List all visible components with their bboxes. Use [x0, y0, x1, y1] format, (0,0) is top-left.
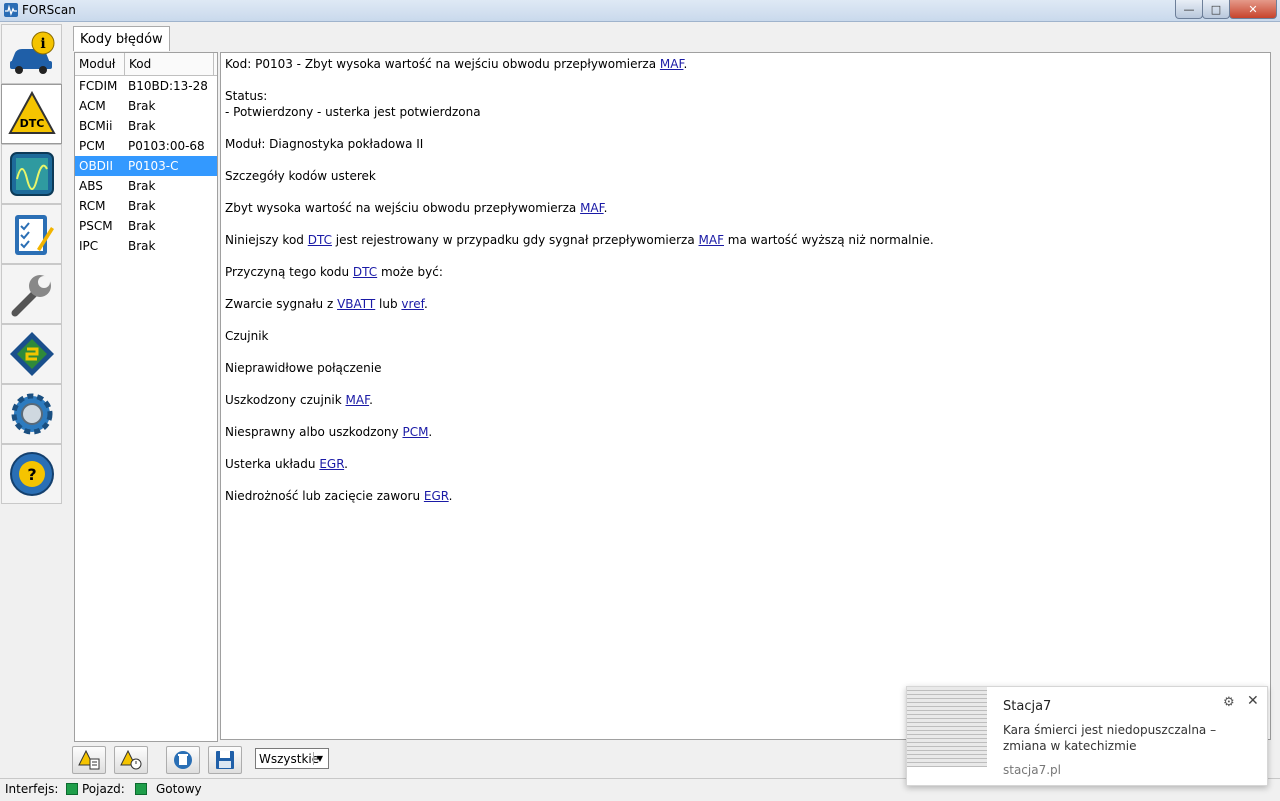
oscilloscope-button[interactable]: [1, 144, 62, 204]
left-toolbar: i DTC ?: [0, 22, 62, 778]
link-dtc[interactable]: DTC: [308, 233, 332, 247]
notification-source: stacja7.pl: [1003, 763, 1061, 777]
module-line: Moduł: Diagnostyka pokładowa II: [225, 137, 424, 151]
filter-selected-value: Wszystkie: [259, 752, 320, 766]
programming-button[interactable]: [1, 324, 62, 384]
delete-button[interactable]: [166, 746, 200, 774]
svg-text:DTC: DTC: [19, 117, 44, 130]
title-bar: FORScan — □ ✕: [0, 0, 1280, 22]
status-block: Status: - Potwierdzony - usterka jest po…: [225, 89, 481, 119]
cause-line: Przyczyną tego kodu DTC może być:: [225, 265, 443, 279]
trash-icon: [174, 751, 192, 769]
link-egr[interactable]: EGR: [424, 489, 449, 503]
table-row[interactable]: PSCM Brak: [75, 216, 217, 236]
close-button[interactable]: ✕: [1229, 0, 1277, 19]
module-list: Moduł Kod FCDIM B10BD:13-28 ACM Brak BCMii…: [74, 52, 218, 742]
read-dtc-button[interactable]: [72, 746, 106, 774]
table-row[interactable]: BCMii Brak: [75, 116, 217, 136]
warning-clear-icon: [120, 750, 142, 770]
gear-icon: [11, 393, 52, 435]
sensor-line: Czujnik: [225, 329, 269, 343]
vehicle-info-button[interactable]: i: [1, 24, 62, 84]
short-circuit-line: Zwarcie sygnału z VBATT lub vref.: [225, 297, 428, 311]
interface-status: Interfejs:: [5, 779, 84, 799]
floppy-disk-icon: [216, 751, 234, 769]
vehicle-led-icon: [134, 783, 147, 795]
save-button[interactable]: [208, 746, 242, 774]
link-vref[interactable]: vref: [401, 297, 424, 311]
link-maf[interactable]: MAF: [580, 201, 604, 215]
window-title: FORScan: [22, 3, 76, 17]
gear-icon[interactable]: ⚙: [1223, 695, 1235, 710]
explanation-line: Niniejszy kod DTC jest rejestrowany w pr…: [225, 233, 934, 247]
oscilloscope-icon: [9, 152, 54, 196]
pcm-line: Niesprawny albo uszkodzony PCM.: [225, 425, 433, 439]
interface-led-icon: [66, 783, 79, 795]
notification-title: Stacja7: [1003, 699, 1052, 714]
list-header: Moduł Kod: [75, 53, 217, 76]
link-maf[interactable]: MAF: [660, 57, 684, 71]
table-row[interactable]: FCDIM B10BD:13-28: [75, 76, 217, 96]
minimize-button[interactable]: —: [1175, 0, 1203, 19]
bad-connection-line: Nieprawidłowe połączenie: [225, 361, 382, 375]
link-maf[interactable]: MAF: [346, 393, 370, 407]
ready-status: Gotowy: [156, 782, 202, 796]
link-dtc[interactable]: DTC: [353, 265, 377, 279]
dtc-detail-panel: Kod: P0103 - Zbyt wysoka wartość na wejś…: [220, 52, 1271, 740]
link-maf[interactable]: MAF: [699, 233, 724, 247]
notification-body: Kara śmierci jest niedopuszczalna – zmia…: [1003, 723, 1217, 753]
details-heading: Szczegóły kodów usterek: [225, 169, 376, 183]
checklist-button[interactable]: [1, 204, 62, 264]
table-row[interactable]: PCM P0103:00-68: [75, 136, 217, 156]
table-row[interactable]: RCM Brak: [75, 196, 217, 216]
dtc-warning-icon: DTC: [7, 90, 56, 134]
car-info-icon: i: [9, 31, 54, 74]
tab-dtc-codes[interactable]: Kody błędów: [73, 26, 170, 51]
help-button[interactable]: ?: [1, 444, 62, 504]
help-icon: ?: [9, 452, 54, 496]
damaged-sensor-line: Uszkodzony czujnik MAF.: [225, 393, 373, 407]
dtc-code-line: Kod: P0103 - Zbyt wysoka wartość na wejś…: [225, 57, 688, 71]
description-line: Zbyt wysoka wartość na wejściu obwodu pr…: [225, 201, 608, 215]
table-row[interactable]: ABS Brak: [75, 176, 217, 196]
table-row[interactable]: IPC Brak: [75, 236, 217, 256]
notification-toast[interactable]: Stacja7 Kara śmierci jest niedopuszczaln…: [906, 686, 1268, 786]
clear-dtc-button[interactable]: [114, 746, 148, 774]
egr-line: Usterka układu EGR.: [225, 457, 348, 471]
checklist-icon: [14, 215, 54, 255]
maximize-button[interactable]: □: [1202, 0, 1230, 19]
close-icon[interactable]: ✕: [1247, 693, 1259, 709]
link-vbatt[interactable]: VBATT: [337, 297, 375, 311]
settings-button[interactable]: [1, 384, 62, 444]
forscan-app-icon: [4, 3, 18, 17]
notification-thumbnail: [907, 687, 987, 767]
chip-icon: [9, 332, 54, 376]
table-row[interactable]: ACM Brak: [75, 96, 217, 116]
column-header-module[interactable]: Moduł: [75, 53, 125, 75]
dtc-button[interactable]: DTC: [1, 84, 62, 144]
vehicle-status: Pojazd:: [82, 779, 153, 799]
table-row-selected[interactable]: OBDII P0103-C: [75, 156, 217, 176]
service-tools-button[interactable]: [1, 264, 62, 324]
svg-text:?: ?: [27, 465, 36, 484]
link-pcm[interactable]: PCM: [402, 425, 428, 439]
svg-text:i: i: [40, 36, 45, 52]
link-egr[interactable]: EGR: [319, 457, 344, 471]
wrench-icon: [11, 275, 51, 317]
column-header-code[interactable]: Kod: [125, 53, 214, 75]
warning-list-icon: [78, 750, 100, 770]
filter-select[interactable]: Wszystkie ▼: [255, 748, 329, 769]
chevron-down-icon: ▼: [313, 752, 326, 765]
valve-line: Niedrożność lub zacięcie zaworu EGR.: [225, 489, 453, 503]
